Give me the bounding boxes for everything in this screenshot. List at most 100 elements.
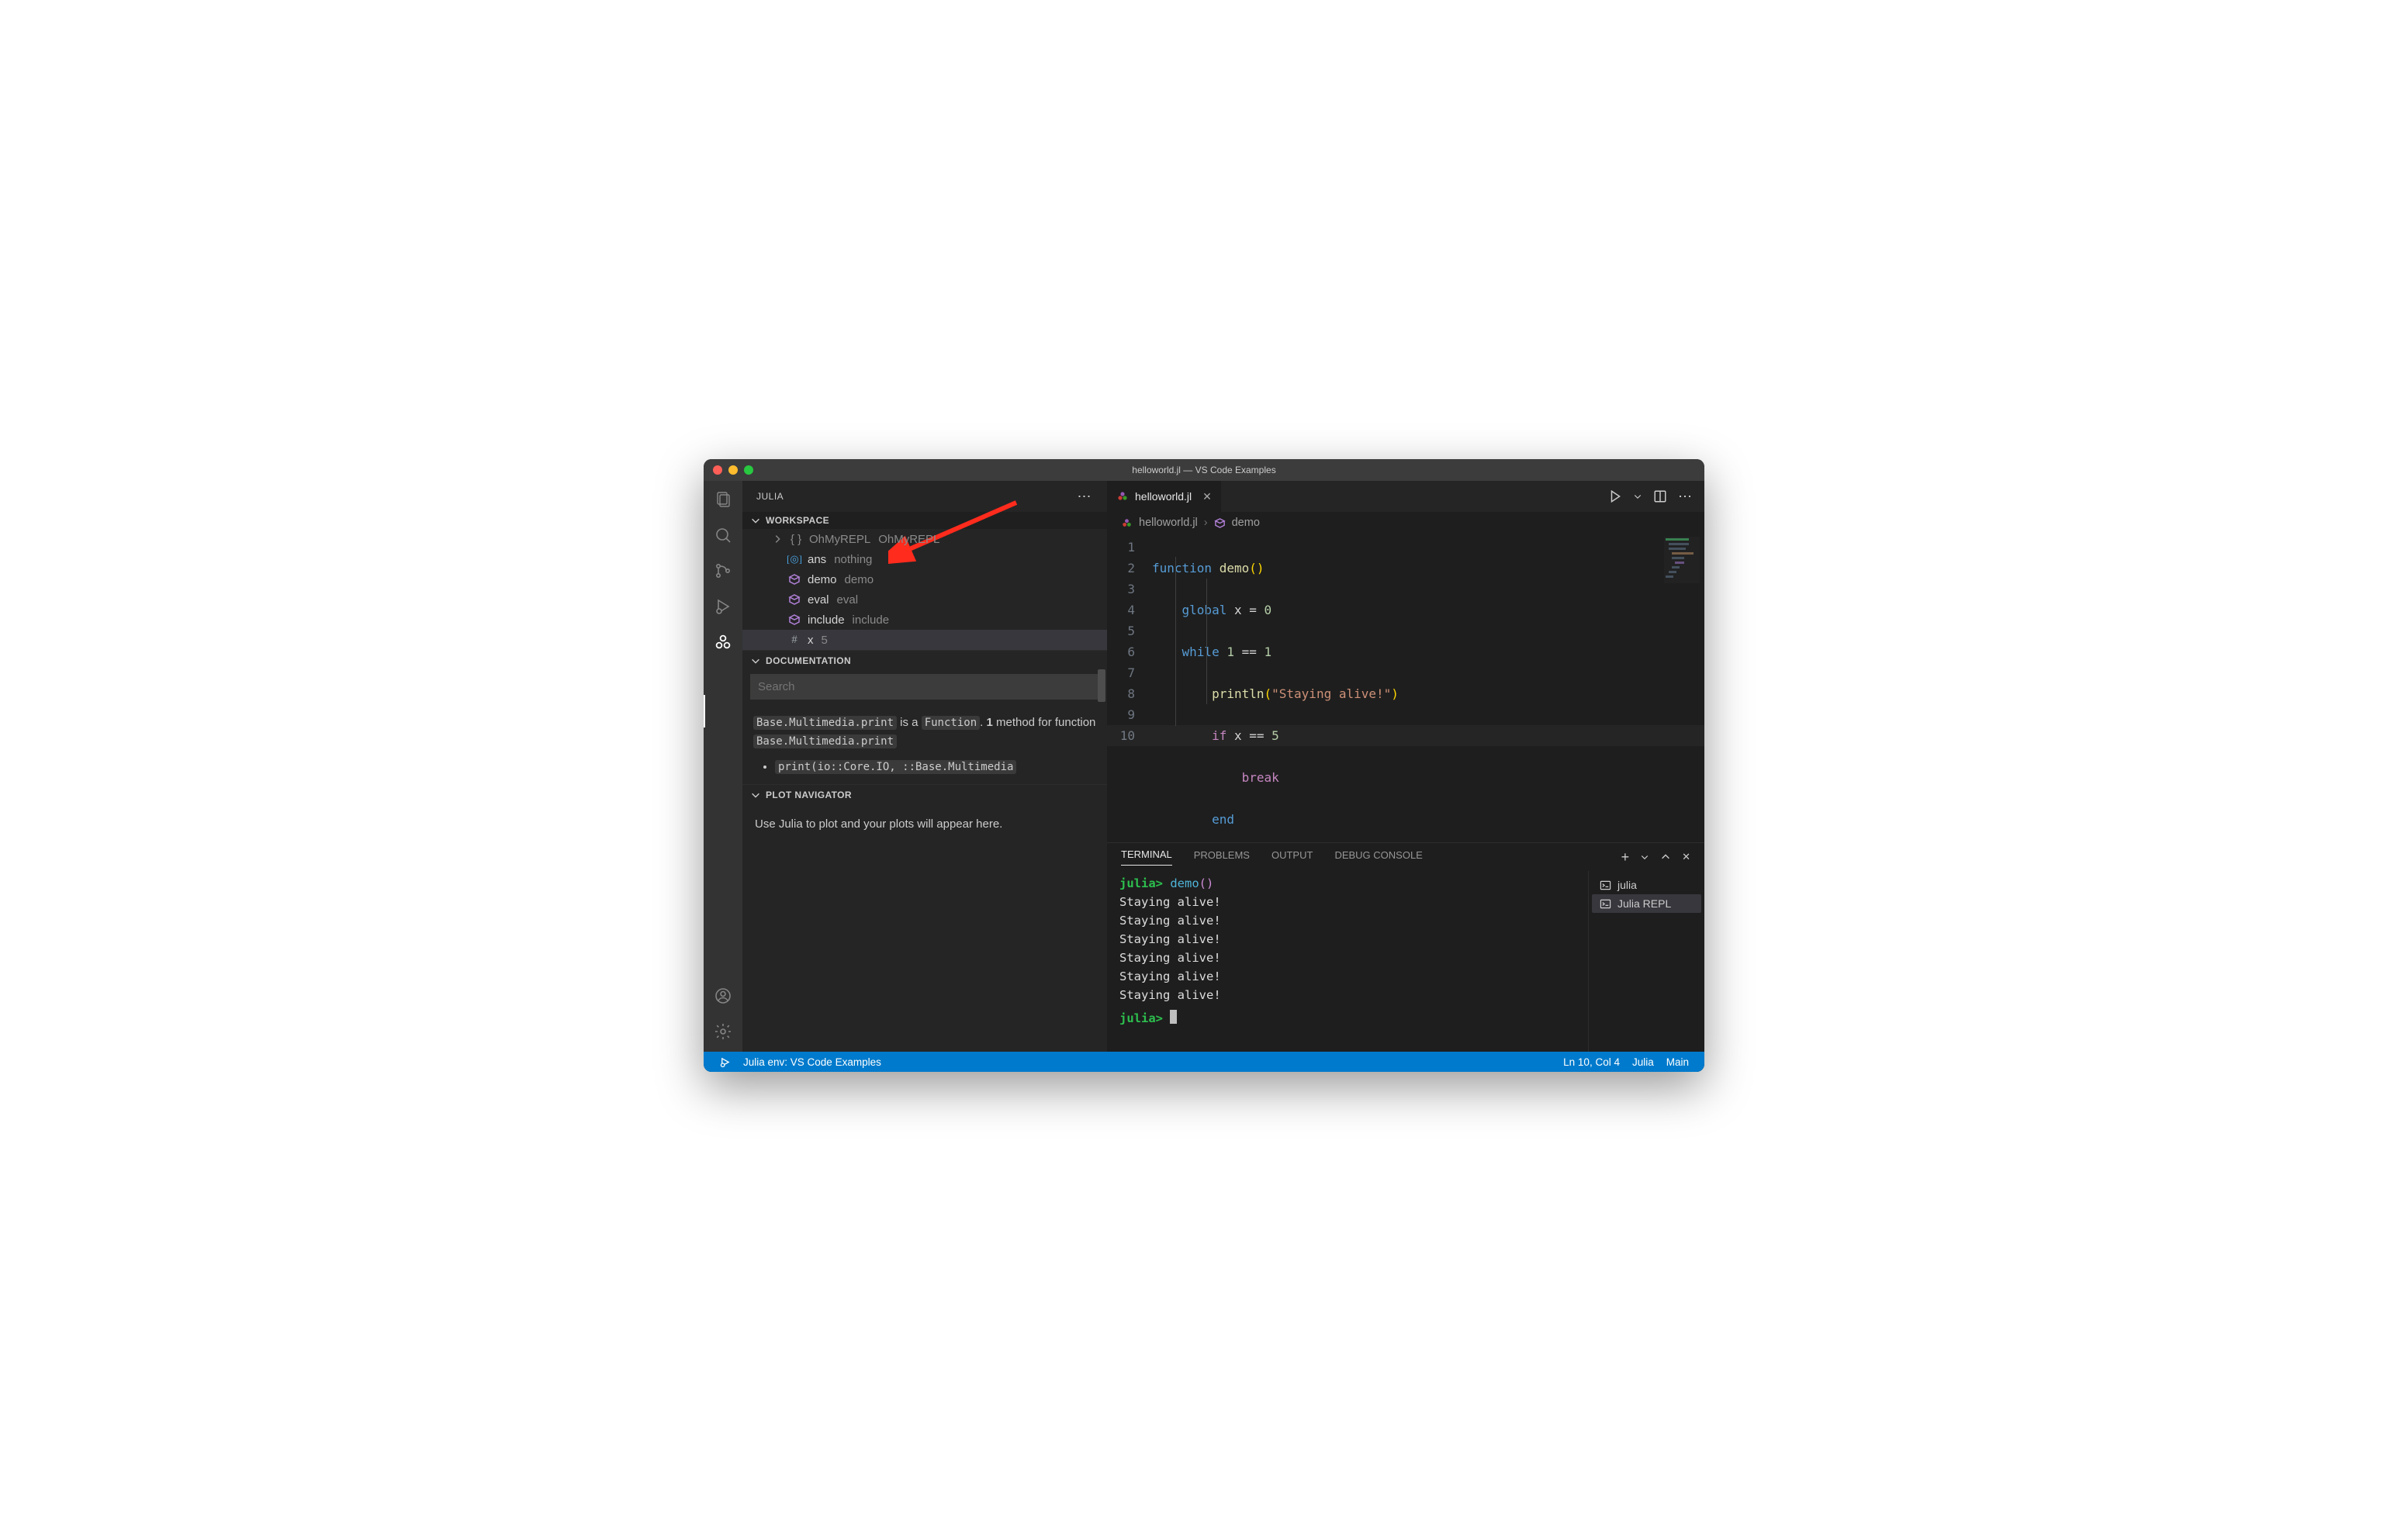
activity-bar [704, 481, 742, 1052]
braces-icon: { } [789, 532, 803, 546]
number-icon: # [787, 633, 801, 647]
side-panel-more-icon[interactable]: ⋯ [1078, 489, 1092, 505]
bottom-panel: TERMINAL PROBLEMS OUTPUT DEBUG CONSOLE +… [1107, 842, 1704, 1052]
workspace-item[interactable]: { } OhMyREPL OhMyREPL [742, 529, 1107, 549]
workspace-item[interactable]: include include [742, 610, 1107, 630]
workspace-item-value: demo [845, 573, 874, 586]
panel-tab-terminal[interactable]: TERMINAL [1121, 848, 1172, 866]
section-documentation-header[interactable]: DOCUMENTATION [742, 650, 1107, 669]
chevron-down-icon [750, 655, 761, 666]
function-icon [787, 572, 801, 586]
breadcrumb-file: helloworld.jl [1139, 517, 1198, 529]
panel-tab-output[interactable]: OUTPUT [1271, 849, 1313, 866]
section-workspace-label: WORKSPACE [766, 515, 829, 526]
terminal-list-item[interactable]: Julia REPL [1592, 894, 1701, 913]
workspace-item-value: include [853, 613, 890, 627]
status-julia-env[interactable]: Julia env: VS Code Examples [737, 1056, 887, 1068]
status-git-branch[interactable]: Main [1660, 1056, 1695, 1068]
workspace-item[interactable]: demo demo [742, 569, 1107, 589]
chevron-up-icon[interactable] [1660, 852, 1671, 862]
section-workspace-header[interactable]: WORKSPACE [742, 512, 1107, 529]
workspace-item-name: include [808, 613, 845, 627]
status-language-mode[interactable]: Julia [1626, 1056, 1660, 1068]
maximize-window-button[interactable] [744, 465, 753, 475]
section-plot-header[interactable]: PLOT NAVIGATOR [742, 784, 1107, 804]
constant-icon: [◎] [787, 552, 801, 566]
editor-tabs: helloworld.jl ✕ ⋯ [1107, 481, 1704, 512]
minimap[interactable] [1664, 537, 1700, 583]
workspace-item[interactable]: # x 5 [742, 630, 1107, 650]
workspace-item-name: eval [808, 593, 829, 607]
close-tab-icon[interactable]: ✕ [1202, 490, 1212, 503]
breadcrumb-symbol: demo [1232, 517, 1260, 529]
workspace-list: { } OhMyREPL OhMyREPL [◎] ans nothing de… [742, 529, 1107, 650]
workspace-item-name: OhMyREPL [809, 533, 870, 546]
status-bar: Julia env: VS Code Examples Ln 10, Col 4… [704, 1052, 1704, 1072]
chevron-down-icon[interactable] [1640, 852, 1649, 862]
run-file-icon[interactable] [1608, 489, 1622, 503]
plot-navigator-empty-text: Use Julia to plot and your plots will ap… [742, 804, 1107, 845]
code-editor[interactable]: 12345678910 function demo() global x = 0… [1107, 534, 1704, 842]
new-terminal-icon[interactable]: + [1621, 849, 1630, 866]
chevron-down-icon [750, 515, 761, 526]
panel-tab-problems[interactable]: PROBLEMS [1194, 849, 1250, 866]
panel-tab-debug[interactable]: DEBUG CONSOLE [1334, 849, 1422, 866]
terminal-list: julia Julia REPL [1588, 871, 1704, 1052]
minimize-window-button[interactable] [728, 465, 738, 475]
workspace-item[interactable]: [◎] ans nothing [742, 549, 1107, 569]
breadcrumb[interactable]: helloworld.jl › demo [1107, 512, 1704, 534]
code-content: function demo() global x = 0 while 1 == … [1146, 534, 1704, 842]
terminal-icon [1600, 898, 1611, 910]
settings-gear-icon[interactable] [712, 1021, 734, 1042]
terminal-icon [1600, 880, 1611, 891]
editor-more-icon[interactable]: ⋯ [1678, 489, 1692, 505]
status-cursor-position[interactable]: Ln 10, Col 4 [1557, 1056, 1626, 1068]
source-control-icon[interactable] [712, 560, 734, 582]
section-documentation-label: DOCUMENTATION [766, 655, 851, 666]
terminal-list-label: Julia REPL [1617, 897, 1671, 910]
documentation-panel [742, 669, 1107, 706]
terminal-cursor [1170, 1010, 1177, 1024]
terminal-prompt: julia> [1119, 1011, 1163, 1025]
symbol-function-icon [1214, 517, 1226, 529]
vscode-window: helloworld.jl — VS Code Examples JULIA ⋯… [704, 459, 1704, 1072]
run-debug-icon[interactable] [712, 596, 734, 617]
status-debug-icon[interactable] [713, 1056, 737, 1068]
terminal-prompt: julia> [1119, 876, 1163, 890]
side-panel-title: JULIA [756, 491, 784, 502]
julia-file-icon [1121, 517, 1133, 529]
close-panel-icon[interactable]: ✕ [1682, 851, 1690, 863]
documentation-search-input[interactable] [750, 674, 1099, 700]
documentation-body: Base.Multimedia.print is a Function. 1 m… [742, 706, 1107, 779]
workspace-item-name: ans [808, 553, 826, 566]
terminal[interactable]: julia> demo() Staying alive!Staying aliv… [1107, 871, 1588, 1052]
chevron-down-icon [750, 790, 761, 800]
julia-extension-icon[interactable] [712, 631, 734, 653]
workspace-item-value: eval [837, 593, 859, 607]
workspace-item[interactable]: eval eval [742, 589, 1107, 610]
search-icon[interactable] [712, 524, 734, 546]
terminal-list-label: julia [1617, 879, 1637, 891]
terminal-list-item[interactable]: julia [1592, 876, 1701, 894]
close-window-button[interactable] [713, 465, 722, 475]
active-view-indicator [704, 695, 705, 727]
doc-method-signature: print(io::Core.IO, ::Base.Multimedia [775, 760, 1016, 774]
workspace-item-value: nothing [834, 553, 872, 566]
accounts-icon[interactable] [712, 985, 734, 1007]
titlebar: helloworld.jl — VS Code Examples [704, 459, 1704, 481]
line-number-gutter: 12345678910 [1107, 534, 1146, 842]
panel-tabs: TERMINAL PROBLEMS OUTPUT DEBUG CONSOLE +… [1107, 843, 1704, 871]
section-plot-label: PLOT NAVIGATOR [766, 790, 852, 800]
tab-filename: helloworld.jl [1135, 490, 1192, 503]
julia-file-icon [1116, 490, 1129, 503]
chevron-right-icon [772, 534, 783, 544]
explorer-icon[interactable] [712, 489, 734, 510]
chevron-down-icon[interactable] [1633, 489, 1642, 503]
editor-tab[interactable]: helloworld.jl ✕ [1107, 481, 1222, 512]
indent-guide [1175, 557, 1176, 726]
window-title: helloworld.jl — VS Code Examples [704, 465, 1704, 475]
doc-code-symbol: Base.Multimedia.print [753, 716, 897, 730]
function-icon [787, 613, 801, 627]
traffic-lights [704, 465, 753, 475]
split-editor-icon[interactable] [1653, 489, 1667, 503]
